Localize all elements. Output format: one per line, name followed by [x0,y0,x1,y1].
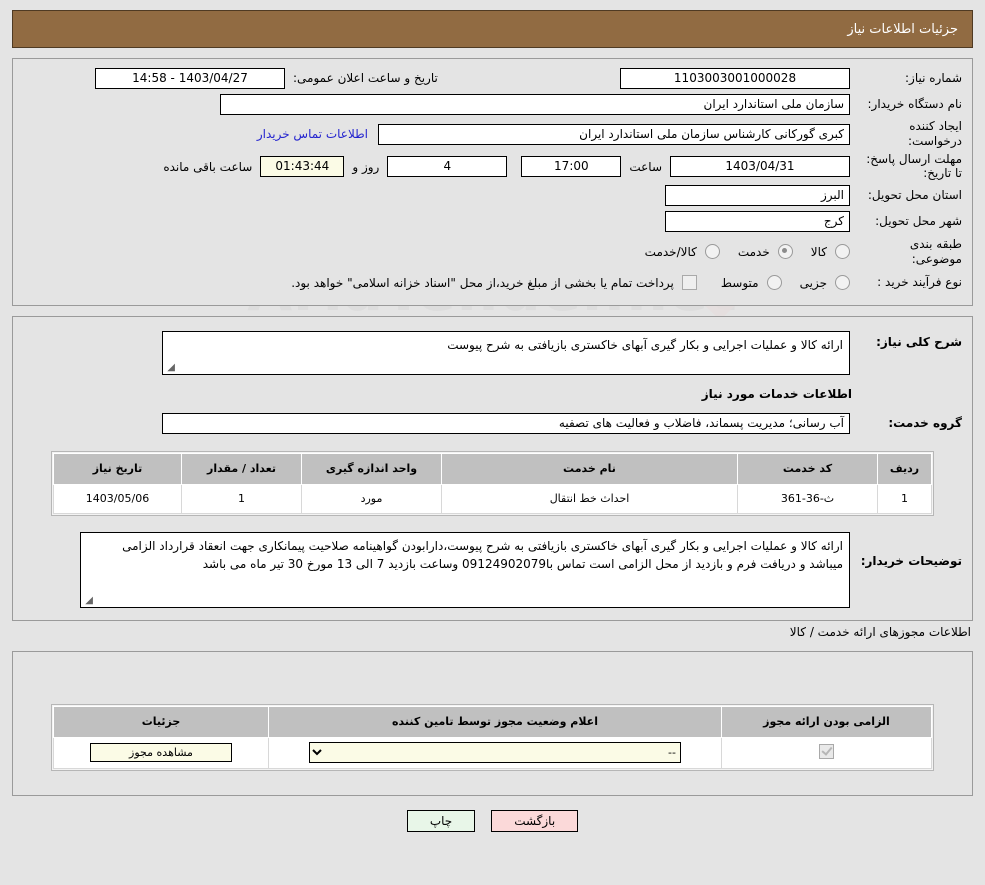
page-title: جزئیات اطلاعات نیاز [847,21,958,37]
col-permit-details: جزئیات [53,705,269,738]
general-desc-value: ارائه کالا و عملیات اجرایی و بکار گیری آ… [447,337,843,352]
permit-required-checkbox [819,743,834,759]
city-value: کرج [665,211,850,233]
creator-value: کبری گورکانی کارشناس سازمان ملی استاندار… [378,123,850,145]
needs-panel: شرح کلی نیاز: ارائه کالا و عملیات اجرایی… [12,315,973,621]
remaining-days-value: 4 [387,156,508,178]
cell-radif: 1 [877,483,932,514]
row-general-desc: شرح کلی نیاز: ارائه کالا و عملیات اجرایی… [13,325,972,377]
col-permit-required: الزامی بودن ارائه مجوز [721,705,932,738]
resize-grip-icon: ◢ [85,594,93,606]
col-need-date: تاریخ نیاز [53,452,182,485]
services-table-header-row: ردیف کد خدمت نام خدمت واحد اندازه گیری ت… [53,452,932,485]
deadline-hour-value: 17:00 [521,156,622,178]
buyer-org-value: سازمان ملی استاندارد ایران [220,93,850,115]
back-button[interactable]: بازگشت [491,809,579,832]
services-table-wrap: ردیف کد خدمت نام خدمت واحد اندازه گیری ت… [51,450,934,516]
cell-unit: مورد [301,483,442,514]
radio-category-khedmat[interactable] [777,244,793,260]
print-button[interactable]: چاپ [406,809,476,832]
row-category: طبقه بندی موضوعی: کالا خدمت کالا/خدمت [13,235,972,269]
public-announce-label: تاریخ و ساعت اعلان عمومی: [293,71,438,85]
permit-status-select[interactable]: -- [309,742,681,764]
province-label: استان محل تحویل: [867,188,962,203]
radio-category-khedmat-label: خدمت [737,244,770,259]
category-radio-group: کالا خدمت کالا/خدمت [631,244,850,260]
cell-service-code: ث-36-361 [737,483,878,514]
general-desc-label: شرح کلی نیاز: [876,334,962,349]
row-province: استان محل تحویل: البرز [13,183,972,209]
col-radif: ردیف [877,452,932,485]
process-label: نوع فرآیند خرید : [877,275,962,290]
permits-section-note: اطلاعات مجوزهای ارائه خدمت / کالا [789,624,971,639]
view-permit-button[interactable]: مشاهده مجوز [90,743,232,763]
creator-label: ایجاد کننده درخواست: [908,119,962,148]
city-label: شهر محل تحویل: [875,214,962,229]
footer-buttons: بازگشت چاپ [0,809,985,832]
deadline-date-value: 1403/04/31 [670,156,850,178]
need-number-value: 1103003001000028 [620,67,850,89]
cell-permit-required [721,736,932,769]
radio-category-kala[interactable] [835,244,850,260]
cell-quantity: 1 [181,483,302,514]
row-buyer-notes: توضیحات خریدار: ارائه کالا و عملیات اجرا… [13,530,972,610]
row-process-type: نوع فرآیند خرید : جزیی متوسط پرداخت تمام… [13,269,972,297]
col-quantity: تعداد / مقدار [181,452,302,485]
service-group-value: آب رسانی؛ مدیریت پسماند، فاضلاب و فعالیت… [162,413,850,435]
treasury-bond-checkbox[interactable] [681,275,697,291]
permits-table-wrap: الزامی بودن ارائه مجوز اعلام وضعیت مجوز … [51,703,934,771]
cell-permit-status: -- [268,736,722,769]
col-service-name: نام خدمت [441,452,738,485]
page-header: جزئیات اطلاعات نیاز [12,10,973,48]
buyer-contact-link[interactable]: اطلاعات تماس خریدار [247,127,378,141]
buyer-notes-textarea[interactable]: ارائه کالا و عملیات اجرایی و بکار گیری آ… [80,531,850,608]
cell-service-name: احداث خط انتقال [441,483,738,514]
table-row: 1 ث-36-361 احداث خط انتقال مورد 1 1403/0… [53,483,932,514]
permits-panel: الزامی بودن ارائه مجوز اعلام وضعیت مجوز … [12,650,973,796]
buyer-notes-label: توضیحات خریدار: [860,553,962,568]
general-desc-textarea[interactable]: ارائه کالا و عملیات اجرایی و بکار گیری آ… [162,330,850,375]
row-service-group: گروه خدمت: آب رسانی؛ مدیریت پسماند، فاضل… [13,411,972,437]
buyer-notes-value: ارائه کالا و عملیات اجرایی و بکار گیری آ… [122,538,843,572]
treasury-bond-note: پرداخت تمام یا بخشی از مبلغ خرید،از محل … [291,275,674,290]
row-buyer-org: نام دستگاه خریدار: سازمان ملی استاندارد … [13,91,972,117]
radio-category-kala-label: کالا [810,244,827,259]
radio-process-motevaset-label: متوسط [720,275,759,290]
radio-category-kala-khedmat[interactable] [704,244,720,260]
remaining-time-label: ساعت باقی مانده [163,159,253,174]
summary-panel: شماره نیاز: 1103003001000028 تاریخ و ساع… [12,58,973,306]
need-number-label: شماره نیاز: [905,70,962,85]
row-need-number: شماره نیاز: 1103003001000028 تاریخ و ساع… [13,65,972,91]
remaining-days-label: روز و [352,159,380,174]
radio-process-motevaset[interactable] [766,275,782,291]
col-service-code: کد خدمت [737,452,878,485]
radio-category-kala-khedmat-label: کالا/خدمت [644,244,697,259]
service-group-label: گروه خدمت: [888,416,962,431]
cell-need-date: 1403/05/06 [53,483,182,514]
services-table: ردیف کد خدمت نام خدمت واحد اندازه گیری ت… [53,452,932,514]
buyer-org-label: نام دستگاه خریدار: [867,96,963,111]
deadline-label: مهلت ارسال پاسخ: تا تاریخ: [866,152,962,180]
deadline-hour-label: ساعت [629,159,662,174]
public-announce-value: 1403/04/27 - 14:58 [95,67,285,89]
resize-grip-icon: ◢ [167,361,175,373]
process-radio-group: جزیی متوسط [707,275,850,291]
row-creator: ایجاد کننده درخواست: کبری گورکانی کارشنا… [13,117,972,151]
col-permit-status: اعلام وضعیت مجوز توسط تامین کننده [268,705,722,738]
page-root: جزئیات اطلاعات نیاز شماره نیاز: 11030030… [0,10,985,832]
row-deadline: مهلت ارسال پاسخ: تا تاریخ: 1403/04/31 سا… [13,151,972,183]
col-unit: واحد اندازه گیری [301,452,442,485]
remaining-time-value: 01:43:44 [260,156,345,178]
province-value: البرز [665,185,850,207]
row-city: شهر محل تحویل: کرج [13,209,972,235]
services-info-title: اطلاعات خدمات مورد نیاز [701,386,852,401]
radio-process-jozei-label: جزیی [799,275,827,290]
permits-table: الزامی بودن ارائه مجوز اعلام وضعیت مجوز … [53,705,932,769]
permits-table-header-row: الزامی بودن ارائه مجوز اعلام وضعیت مجوز … [53,705,932,738]
table-row: -- مشاهده مجوز [53,736,932,769]
radio-process-jozei[interactable] [835,275,850,291]
cell-permit-details: مشاهده مجوز [53,736,269,769]
category-label: طبقه بندی موضوعی: [909,236,962,266]
